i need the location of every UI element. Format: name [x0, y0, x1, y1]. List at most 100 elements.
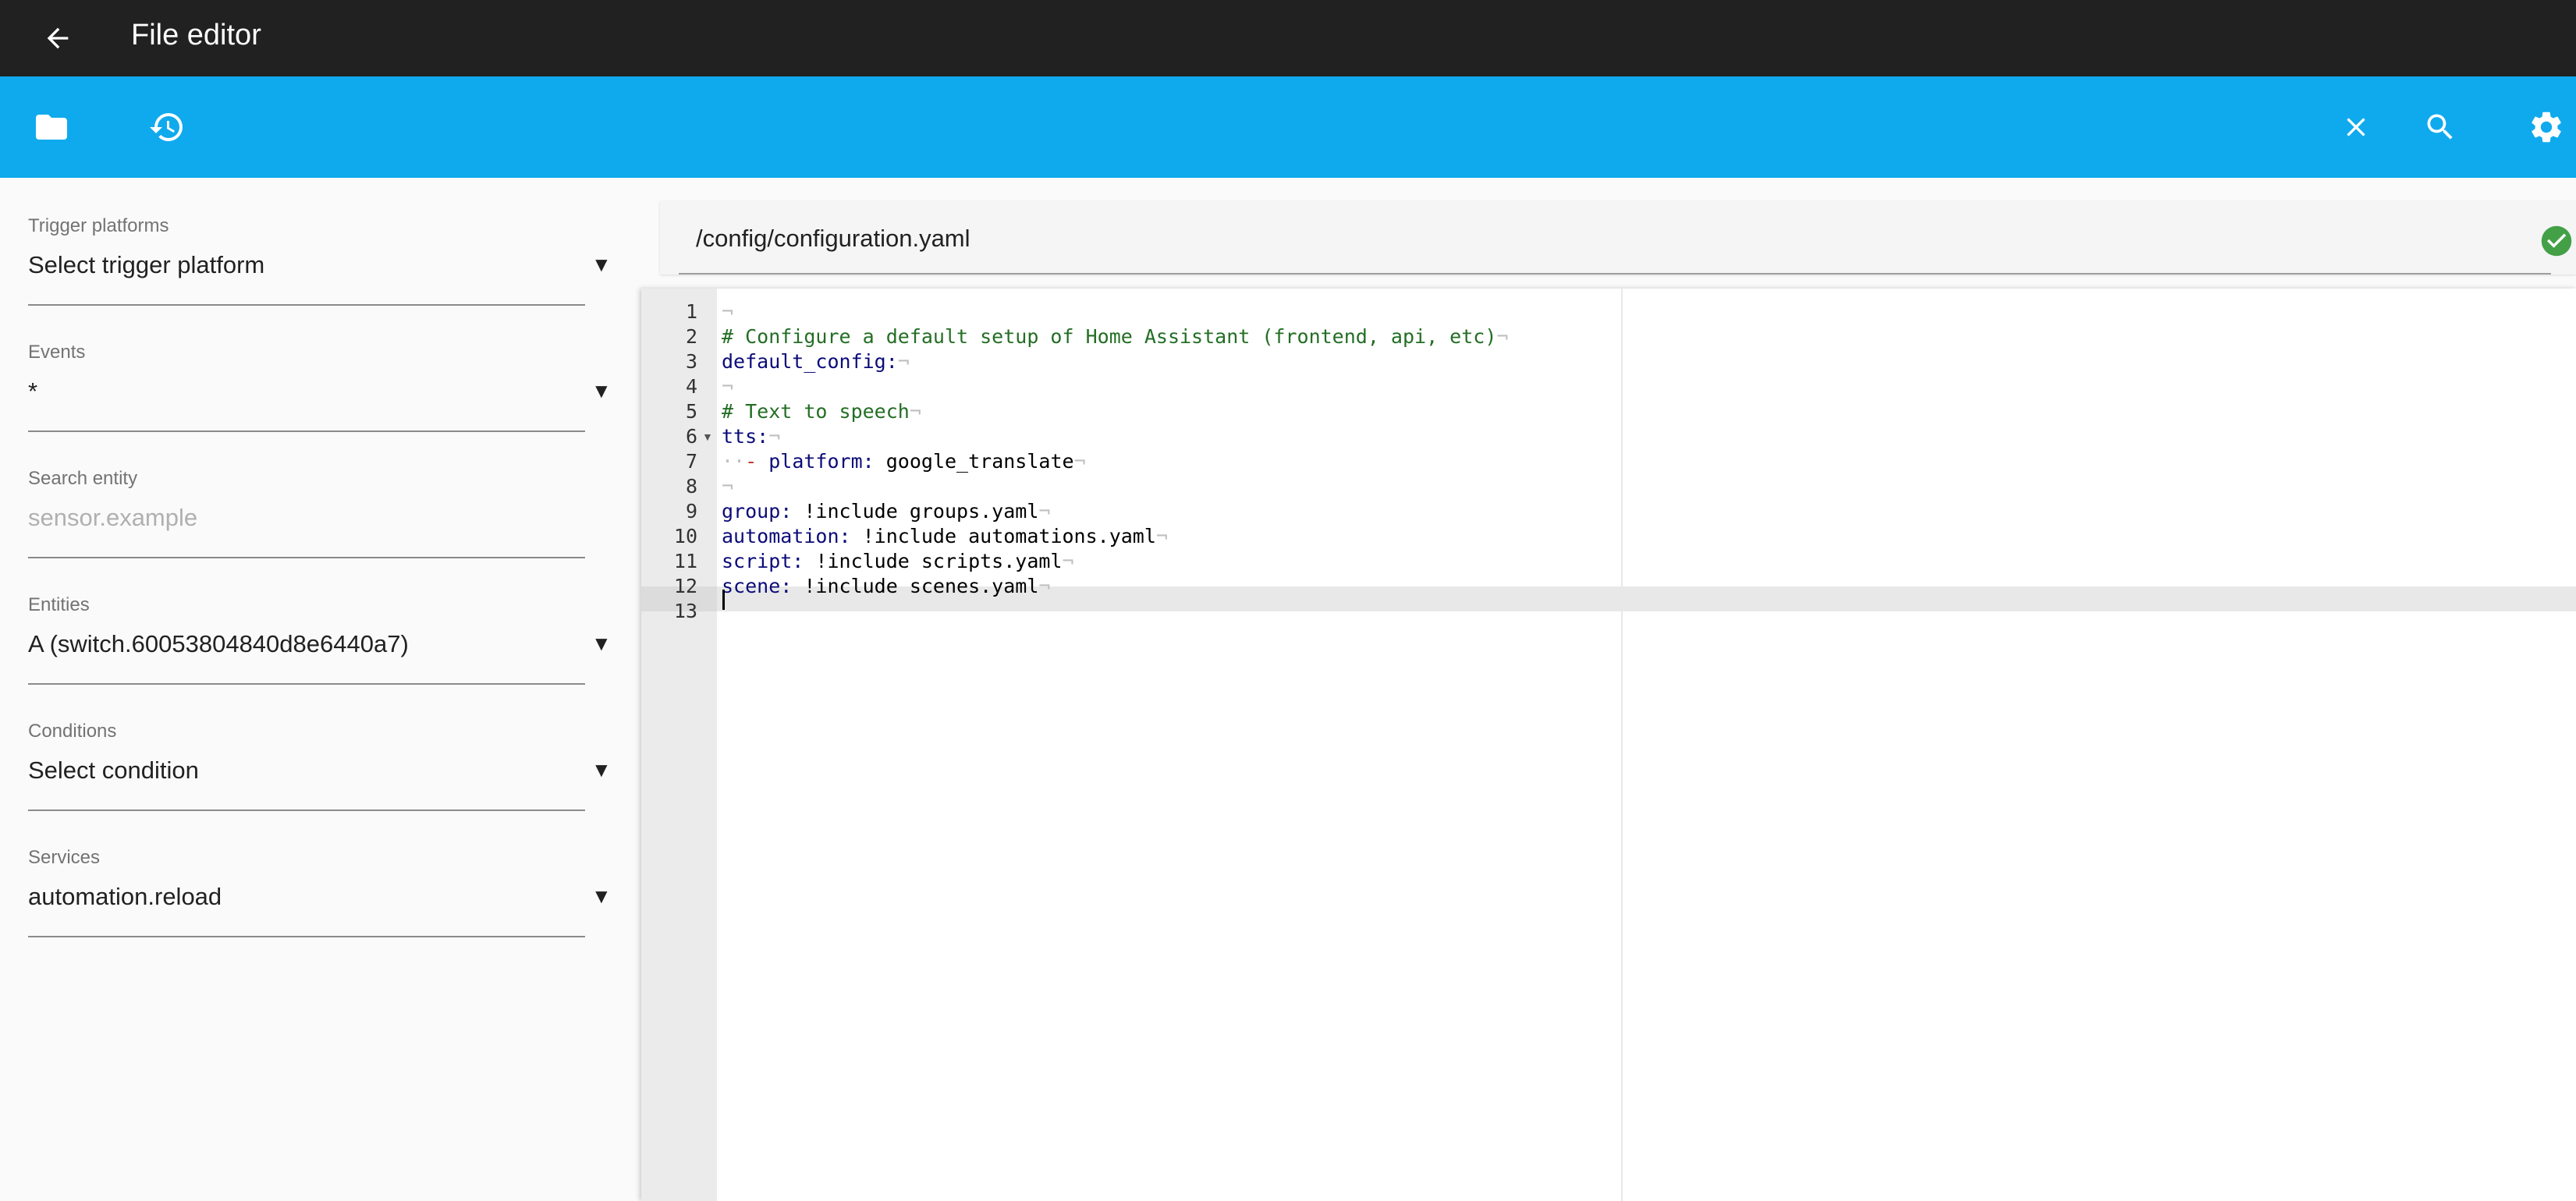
code-line: group: !include groups.yaml¬: [722, 499, 1050, 524]
field-label: Conditions: [28, 721, 117, 742]
services-dropdown[interactable]: Services automation.reload ▼: [28, 810, 612, 937]
field-value: Select trigger platform: [28, 251, 265, 278]
code-line: # Configure a default setup of Home Assi…: [722, 324, 1508, 349]
file-path: /config/configuration.yaml: [696, 225, 970, 252]
app-header: File editor: [0, 0, 2576, 76]
eol-marker: ¬: [722, 300, 734, 323]
dropdown-arrow-icon: ▼: [591, 379, 612, 402]
yaml-key: scene:: [722, 575, 793, 597]
dropdown-arrow-icon: ▼: [591, 758, 612, 781]
check-circle-icon: [2541, 225, 2572, 257]
code-line: scene: !include scenes.yaml¬: [722, 574, 1050, 599]
conditions-dropdown[interactable]: Conditions Select condition ▼: [28, 683, 612, 811]
eol-marker: ¬: [909, 400, 921, 423]
text-cursor: [722, 590, 725, 610]
eol-marker: ¬: [1073, 450, 1086, 473]
line-number: 9: [685, 500, 697, 523]
file-path-bar: /config/configuration.yaml: [660, 201, 2576, 275]
arrow-left-icon: [47, 27, 69, 49]
code-line: script: !include scripts.yaml¬: [722, 549, 1074, 574]
line-number: 1: [685, 300, 697, 323]
eol-marker: ¬: [1155, 525, 1168, 547]
code-line: ¬: [722, 299, 733, 324]
yaml-value: !include scenes.yaml: [792, 575, 1039, 597]
field-label: Events: [28, 342, 86, 363]
indent-marker: ··: [722, 450, 746, 473]
events-dropdown[interactable]: Events * ▼: [28, 304, 612, 432]
field-placeholder: sensor.example: [28, 504, 198, 531]
trigger-platforms-dropdown[interactable]: Trigger platforms Select trigger platfor…: [28, 178, 612, 306]
yaml-value: google_translate: [874, 450, 1074, 473]
page-title: File editor: [131, 19, 261, 51]
yaml-key: default_config:: [722, 350, 898, 373]
line-number: 8: [685, 475, 697, 498]
dropdown-arrow-icon: ▼: [591, 884, 612, 908]
search-entity-input[interactable]: Search entity sensor.example: [28, 430, 585, 558]
eol-marker: ¬: [1038, 575, 1051, 597]
eol-marker: ¬: [1062, 550, 1074, 572]
yaml-key: automation:: [722, 525, 851, 547]
yaml-key: tts:: [722, 425, 769, 448]
eol-marker: ¬: [722, 475, 734, 498]
eol-marker: ¬: [768, 425, 781, 448]
settings-button[interactable]: [2523, 104, 2570, 151]
code-comment: # Text to speech: [722, 400, 910, 423]
line-number: 4: [685, 375, 697, 398]
gear-icon: [2532, 112, 2561, 143]
code-editor[interactable]: 1 2 3 4 5 6 ▼ 7 8 9 10 11 12 13 ¬ # Conf…: [641, 289, 2576, 1201]
dropdown-arrow-icon: ▼: [591, 632, 612, 655]
yaml-dash: -: [745, 450, 769, 473]
close-file-button[interactable]: [2333, 104, 2379, 151]
editor-panel: /config/configuration.yaml 1 2 3 4 5 6 ▼…: [641, 178, 2576, 1201]
editor-toolbar: [0, 76, 2576, 178]
history-button[interactable]: [144, 104, 190, 151]
line-number: 3: [685, 350, 697, 373]
code-line: # Text to speech¬: [722, 399, 921, 424]
line-number: 13: [673, 600, 697, 622]
code-line: default_config:¬: [722, 349, 910, 374]
fold-toggle-icon[interactable]: ▼: [702, 424, 713, 449]
yaml-key: group:: [722, 500, 793, 523]
field-label: Services: [28, 847, 101, 868]
field-label: Search entity: [28, 468, 138, 489]
entities-dropdown[interactable]: Entities A (switch.60053804840d8e6440a7)…: [28, 557, 612, 685]
dropdown-arrow-icon: ▼: [591, 253, 612, 276]
search-button[interactable]: [2417, 104, 2464, 151]
eol-marker: ¬: [722, 375, 734, 398]
line-number: 10: [673, 525, 697, 547]
field-value: Select condition: [28, 756, 199, 784]
field-value: *: [28, 377, 38, 405]
code-comment: # Configure a default setup of Home Assi…: [722, 325, 1497, 348]
code-line: ¬: [722, 474, 733, 499]
field-underline: [28, 936, 585, 937]
search-icon: [2427, 114, 2453, 140]
line-number: 5: [685, 400, 697, 423]
field-value: A (switch.60053804840d8e6440a7): [28, 630, 409, 657]
eol-marker: ¬: [1496, 325, 1509, 348]
back-button[interactable]: [34, 15, 81, 62]
file-path-underline: [679, 273, 2551, 275]
line-number: 7: [685, 450, 697, 473]
code-line: automation: !include automations.yaml¬: [722, 524, 1168, 549]
yaml-value: !include scripts.yaml: [804, 550, 1063, 572]
print-margin: [1621, 289, 1623, 1201]
folder-icon: [36, 115, 67, 140]
line-number: 11: [673, 550, 697, 572]
eol-marker: ¬: [1038, 500, 1051, 523]
field-label: Trigger platforms: [28, 215, 169, 236]
line-number: 6: [685, 425, 697, 448]
browse-files-button[interactable]: [28, 104, 75, 151]
yaml-key: script:: [722, 550, 804, 572]
field-value: automation.reload: [28, 883, 222, 910]
line-number: 12: [673, 575, 697, 597]
code-line: tts:¬: [722, 424, 780, 449]
yaml-value: !include groups.yaml: [792, 500, 1039, 523]
code-line: ¬: [722, 374, 733, 399]
line-number: 2: [685, 325, 697, 348]
code-line: ··- platform: google_translate¬: [722, 449, 1086, 474]
eol-marker: ¬: [897, 350, 910, 373]
close-icon: [2347, 118, 2365, 136]
history-icon: [150, 113, 183, 142]
sidebar: Trigger platforms Select trigger platfor…: [0, 178, 641, 1201]
yaml-value: !include automations.yaml: [850, 525, 1156, 547]
